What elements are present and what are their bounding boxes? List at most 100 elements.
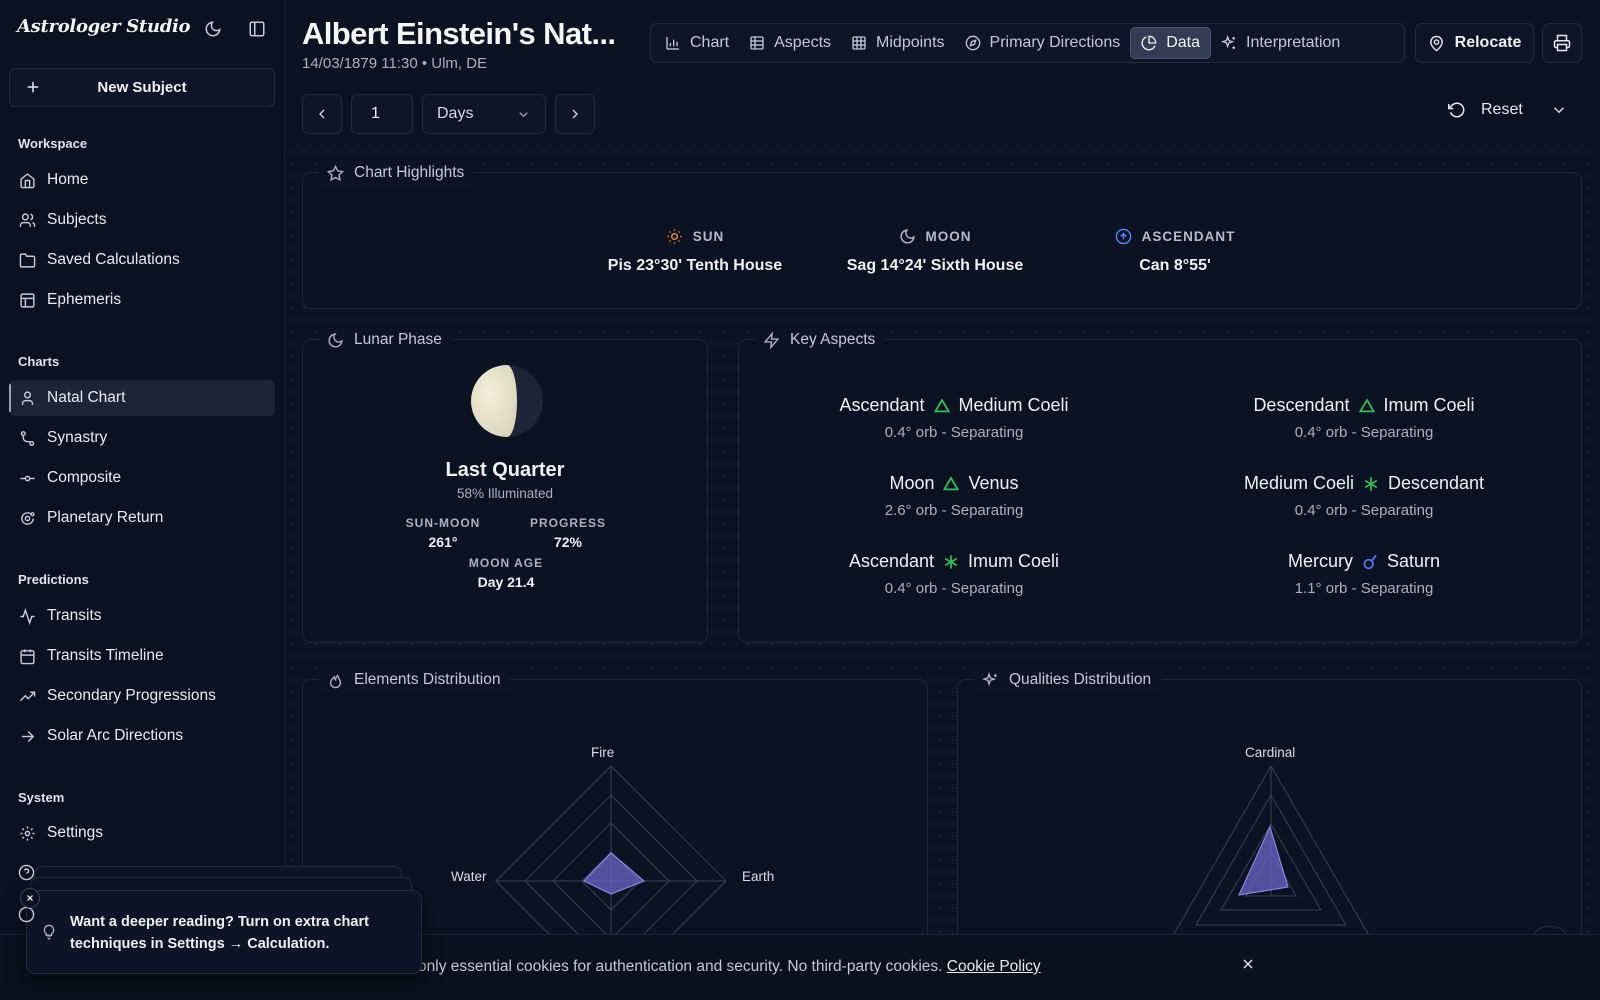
table-icon: [18, 291, 36, 309]
data-panel: Chart Highlights SUN Pis 23°30' Tenth Ho…: [286, 146, 1596, 936]
home-icon: [18, 171, 36, 189]
predictions-section-title: Predictions: [18, 572, 89, 587]
sidebar-item-label: Ephemeris: [47, 291, 122, 308]
sidebar-item-label: Transits Timeline: [47, 647, 164, 664]
chevron-right-icon: [567, 106, 583, 122]
qualities-distribution-card: Qualities Distribution Cardinal: [957, 667, 1582, 936]
sidebar-item-natal-chart[interactable]: Natal Chart: [9, 380, 275, 416]
key-aspects-card: Key Aspects Ascendant Medium Coeli 0.4° or…: [738, 327, 1582, 643]
chart-highlights-card: Chart Highlights SUN Pis 23°30' Tenth Ho…: [302, 160, 1582, 309]
sidebar: Astrologer Studio New Subject Workspace …: [0, 0, 285, 1000]
sidebar-item-saved-calculations[interactable]: Saved Calculations: [9, 242, 275, 278]
moon-icon: [327, 332, 344, 349]
aspect-item: Medium Coeli Descendant 0.4° orb - Separat…: [1204, 473, 1524, 519]
arrow-up-circle-icon: [1115, 228, 1132, 245]
conjunction-icon: [1362, 553, 1378, 571]
sidebar-item-subjects[interactable]: Subjects: [9, 202, 275, 238]
sidebar-item-home[interactable]: Home: [9, 162, 275, 198]
relocate-button[interactable]: Relocate: [1415, 23, 1534, 63]
sidebar-item-ephemeris[interactable]: Ephemeris: [9, 282, 275, 318]
tab-chart[interactable]: Chart: [655, 27, 739, 59]
step-value-input[interactable]: 1: [351, 94, 413, 134]
card-title-label: Lunar Phase: [354, 331, 442, 348]
tab-label: Interpretation: [1246, 34, 1341, 51]
commit-icon: [18, 469, 36, 487]
aspect-pair: Mercury Saturn: [1204, 551, 1524, 572]
sidebar-item-planetary-return[interactable]: Planetary Return: [9, 500, 275, 536]
aspect-item: Ascendant Imum Coeli 0.4° orb - Separating: [794, 551, 1114, 597]
tab-data[interactable]: Data: [1130, 27, 1212, 59]
star-icon: [327, 164, 344, 182]
aspect-item: Mercury Saturn 1.1° orb - Separating: [1204, 551, 1524, 597]
sidebar-item-settings[interactable]: Settings: [9, 815, 275, 851]
sidebar-item-transits-timeline[interactable]: Transits Timeline: [9, 638, 275, 674]
aspect-item: Descendant Imum Coeli 0.4° orb - Separatin…: [1204, 395, 1524, 441]
compass-icon: [965, 35, 981, 51]
aspect-planet-b: Saturn: [1386, 551, 1441, 571]
previous-step-button[interactable]: [302, 94, 342, 134]
cookie-close-icon[interactable]: [1240, 956, 1256, 976]
moon-heading: MOON: [840, 228, 1030, 245]
progress-label: PROGRESS: [529, 516, 606, 530]
tab-interpretation[interactable]: Interpretation: [1211, 27, 1350, 59]
tab-aspects[interactable]: Aspects: [739, 27, 841, 59]
aspect-pair: Moon Venus: [794, 473, 1114, 494]
print-button[interactable]: [1542, 23, 1582, 63]
aspect-pair: Descendant Imum Coeli: [1204, 395, 1524, 416]
git-icon: [18, 429, 36, 447]
sidebar-item-transits[interactable]: Transits: [9, 598, 275, 634]
chevron-down-icon: [516, 107, 531, 122]
sidebar-item-label: Planetary Return: [47, 509, 164, 526]
sidebar-item-secondary-progressions[interactable]: Secondary Progressions: [9, 678, 275, 714]
next-step-button[interactable]: [555, 94, 595, 134]
aspect-orb: 0.4° orb - Separating: [884, 424, 1024, 441]
qualities-radar-chart: [1172, 765, 1370, 936]
expand-chevron-icon[interactable]: [1550, 101, 1568, 123]
moon-illumination: 58% Illuminated: [456, 486, 554, 501]
cookie-policy-link[interactable]: Cookie Policy: [947, 958, 1041, 975]
gear-icon: [18, 824, 36, 842]
sidebar-item-solar-arc-directions[interactable]: Solar Arc Directions: [9, 718, 275, 754]
folder-icon: [18, 251, 36, 269]
toast-close-icon[interactable]: [20, 888, 40, 908]
step-unit-value: Days: [437, 105, 474, 122]
aspect-orb: 1.1° orb - Separating: [1294, 580, 1434, 597]
sidebar-item-label: Subjects: [47, 211, 107, 228]
sextile-icon: [943, 554, 959, 570]
moon-value: Sag 14°24' Sixth House: [846, 257, 1024, 274]
aspect-pair: Ascendant Imum Coeli: [794, 551, 1114, 572]
charts-section-title: Charts: [18, 354, 60, 369]
page-subtitle: 14/03/1879 11:30 • Ulm, DE: [302, 55, 488, 72]
sun-value: Pis 23°30' Tenth House: [607, 257, 783, 274]
card-title: Chart Highlights: [319, 160, 475, 186]
system-section-title: System: [18, 790, 65, 805]
sidebar-item-label: Transits: [47, 607, 102, 624]
chevron-left-icon: [314, 106, 330, 122]
aspect-planet-b: Imum Coeli: [1383, 395, 1475, 415]
plus-icon: [24, 78, 42, 100]
progress-value: 72%: [553, 534, 583, 550]
sidebar-item-composite[interactable]: Composite: [9, 460, 275, 496]
rotate-ccw-icon: [1448, 101, 1466, 119]
step-unit-select[interactable]: Days: [422, 94, 546, 134]
sidebar-item-label: Natal Chart: [47, 389, 126, 406]
reset-button[interactable]: Reset: [1448, 101, 1523, 119]
sidebar-item-synastry[interactable]: Synastry: [9, 420, 275, 456]
calendar-icon: [18, 647, 36, 665]
trending-icon: [18, 687, 36, 705]
tab-label: Chart: [690, 34, 730, 51]
tab-midpoints[interactable]: Midpoints: [841, 27, 954, 59]
aspect-orb: 0.4° orb - Separating: [1294, 424, 1434, 441]
theme-toggle-moon-icon[interactable]: [200, 16, 226, 42]
sidebar-toggle-icon[interactable]: [244, 16, 270, 42]
printer-icon: [1553, 34, 1571, 52]
moon-highlight: MOON Sag 14°24' Sixth House: [840, 228, 1030, 275]
new-subject-label: New Subject: [97, 79, 187, 96]
tip-toast: Want a deeper reading? Turn on extra cha…: [26, 890, 422, 974]
trine-icon: [933, 397, 950, 414]
tab-primary-directions[interactable]: Primary Directions: [955, 27, 1131, 59]
info-icon[interactable]: [18, 906, 35, 927]
new-subject-button[interactable]: New Subject: [9, 68, 275, 107]
cookie-message: s only essential cookies for authenticat…: [406, 958, 943, 975]
aspect-orb: 0.4° orb - Separating: [884, 580, 1024, 597]
